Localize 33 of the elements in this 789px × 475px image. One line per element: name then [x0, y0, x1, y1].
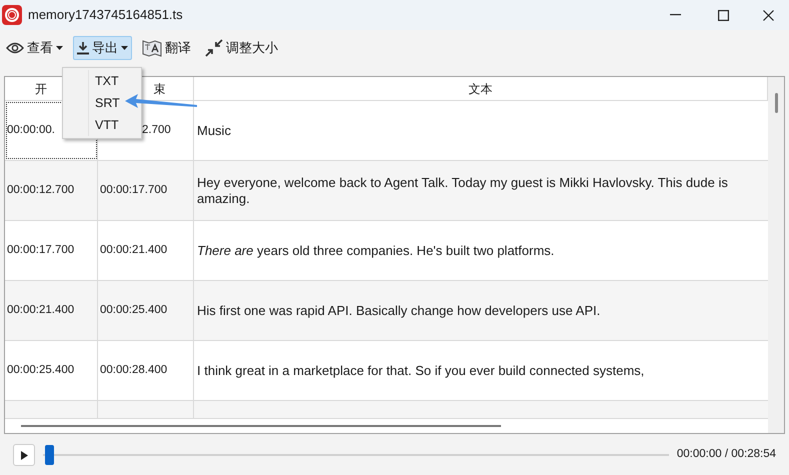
maximize-icon [718, 10, 728, 20]
window-title: memory1743745164851.ts [28, 6, 183, 24]
seek-thumb[interactable] [45, 445, 54, 465]
horizontal-scrollbar[interactable] [21, 425, 501, 427]
eye-icon [6, 42, 24, 54]
table-cell-text: His first one was rapid API. Basically change how developers use API. [196, 302, 602, 320]
toolbar-button[interactable]: 查看 [2, 36, 67, 60]
minimize-icon [670, 14, 680, 16]
table-cell-text: Music [196, 122, 232, 140]
shrink-icon [205, 39, 223, 57]
table-cell-text: There are years old three companies. He's built two platforms. [196, 242, 556, 260]
table-cell-text: Hey everyone, welcome back to Agent Talk. Today my guest is Mikki Havlovsky. This dude is amazing. [196, 174, 729, 208]
table-cell-text: I think great in a marketplace for that. So if you ever build connected systems, [196, 362, 646, 380]
toolbar-button[interactable]: 调整大小 [201, 36, 282, 60]
table-cell: 00:00:12.700 [5, 161, 98, 220]
table-cell: 00:00:17.700 [98, 161, 194, 220]
table-cell: 00:00:21.400 [98, 221, 194, 280]
toolbar-button[interactable]: 导出 [73, 36, 132, 60]
translate-icon [142, 39, 162, 57]
table-cell: 00:00:28.400 [98, 341, 194, 400]
toolbar-button[interactable]: 翻译 [138, 36, 195, 60]
table-cell: 00:00:17.700 [5, 221, 98, 280]
play-icon [20, 450, 28, 460]
menu-item[interactable]: VTT [95, 114, 119, 136]
table-cell: 00:00:21.400 [5, 281, 98, 340]
download-icon [77, 42, 89, 54]
play-button[interactable] [13, 444, 35, 466]
vertical-scrollbar[interactable] [774, 93, 778, 113]
table-cell: 00:00:25.400 [5, 341, 98, 400]
table-cell: 00:00:25.400 [98, 281, 194, 340]
playback-time: 00:00:00 / 00:28:54 [676, 447, 776, 462]
app-logo-icon [2, 5, 22, 25]
close-icon [762, 10, 774, 20]
